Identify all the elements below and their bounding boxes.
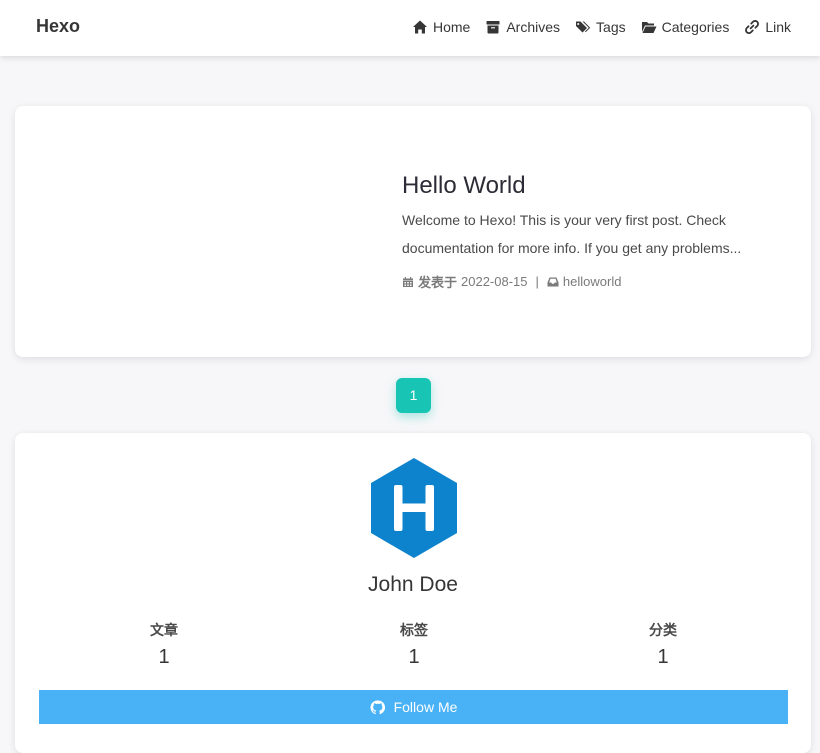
- follow-me-label: Follow Me: [393, 699, 458, 715]
- home-icon: [412, 19, 428, 35]
- inbox-icon: [547, 276, 559, 288]
- tags-icon: [575, 19, 591, 35]
- hexo-logo-avatar: [370, 458, 458, 558]
- stat-articles-label: 文章: [150, 622, 178, 638]
- nav-archives[interactable]: Archives: [485, 19, 560, 35]
- stat-categories-value: 1: [657, 646, 669, 668]
- post-excerpt: Welcome to Hexo! This is your very first…: [402, 212, 742, 256]
- nav-link[interactable]: Link: [744, 19, 791, 35]
- post-category-link[interactable]: helloworld: [563, 274, 622, 289]
- main-nav: Home Archives Tags Categories Link: [412, 19, 791, 35]
- stat-categories[interactable]: 分类 1: [538, 620, 788, 669]
- github-icon: [370, 699, 385, 715]
- stat-tags-label: 标签: [400, 622, 428, 638]
- pagination-current-page[interactable]: 1: [396, 378, 431, 413]
- stat-articles[interactable]: 文章 1: [39, 620, 289, 669]
- author-name: John Doe: [368, 573, 458, 596]
- post-date: 2022-08-15: [461, 274, 528, 289]
- folder-open-icon: [641, 19, 657, 35]
- post-title[interactable]: Hello World: [402, 172, 762, 200]
- follow-me-button[interactable]: Follow Me: [39, 690, 788, 724]
- nav-tags[interactable]: Tags: [575, 19, 626, 35]
- nav-home-label: Home: [432, 19, 471, 35]
- stat-articles-value: 1: [158, 646, 170, 668]
- stat-tags-value: 1: [408, 646, 420, 668]
- calendar-icon: [402, 276, 414, 288]
- site-brand[interactable]: Hexo: [36, 16, 80, 37]
- stat-tags[interactable]: 标签 1: [289, 620, 539, 669]
- nav-tags-label: Tags: [596, 19, 626, 35]
- post-date-label: 发表于: [418, 275, 458, 290]
- nav-link-label: Link: [765, 19, 791, 35]
- post-body: Hello World Welcome to Hexo! This is you…: [402, 172, 762, 291]
- post-card: Hello World Welcome to Hexo! This is you…: [15, 106, 811, 357]
- top-navbar: Hexo Home Archives Tags Categories Link: [0, 0, 820, 56]
- link-icon: [744, 19, 760, 35]
- archive-icon: [485, 19, 501, 35]
- nav-archives-label: Archives: [506, 19, 561, 35]
- nav-categories[interactable]: Categories: [641, 19, 730, 35]
- stat-categories-label: 分类: [649, 622, 677, 638]
- nav-categories-label: Categories: [661, 19, 730, 35]
- author-profile-card: John Doe 文章 1 标签 1 分类 1 Follow Me: [15, 433, 811, 753]
- nav-home[interactable]: Home: [412, 19, 470, 35]
- author-stats: 文章 1 标签 1 分类 1: [39, 620, 789, 670]
- meta-separator: |: [535, 274, 539, 289]
- post-meta: 发表于 2022-08-15 | helloworld: [402, 272, 762, 291]
